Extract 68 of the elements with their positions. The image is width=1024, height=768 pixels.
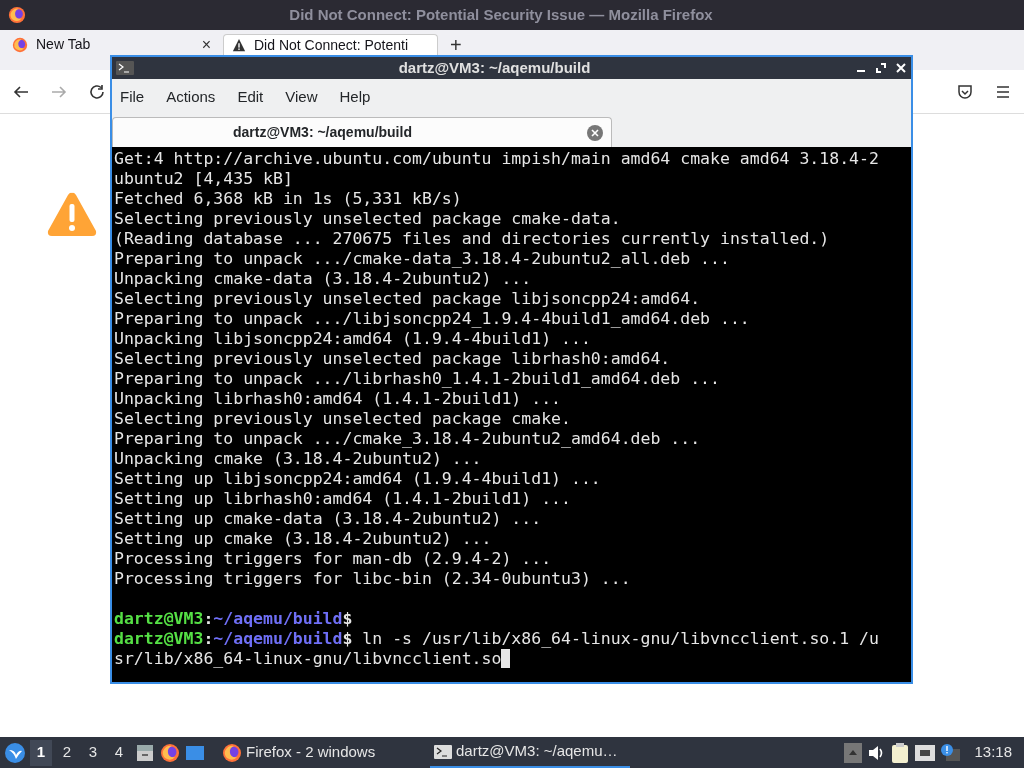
window-title: Did Not Connect: Potential Security Issue — Mozilla Firefox (288, 4, 714, 25)
output-line: Unpacking cmake-data (3.18.4-2ubuntu2) ... (114, 269, 532, 289)
output-line: sr/lib/x86_64-linux-gnu/libvncclient.so (114, 649, 502, 669)
prompt-user: dartz@VM3 (114, 629, 204, 649)
output-line: Selecting previously unselected package librhash0:amd64. (114, 349, 671, 369)
new-tab-button[interactable]: + (442, 34, 470, 55)
firefox-icon (12, 36, 28, 53)
output-line: Preparing to unpack .../librhash0_1.4.1-2build1_amd64.deb ... (114, 369, 720, 389)
output-line: Setting up librhash0:amd64 (1.4.1-2build1) ... (114, 489, 571, 509)
prompt-user: dartz@VM3 (114, 609, 204, 629)
output-line: Setting up cmake (3.18.4-2ubuntu2) ... (114, 529, 492, 549)
prompt-sign: $ (342, 609, 353, 629)
notification-icon[interactable] (940, 742, 963, 763)
restore-icon[interactable] (875, 62, 887, 74)
output-line: Unpacking libjsoncpp24:amd64 (1.9.4-4build1) ... (114, 329, 591, 349)
workspace-button[interactable]: 3 (82, 739, 104, 766)
taskbar-task[interactable]: Firefox - 2 windows (218, 737, 418, 768)
window-title: dartz@VM3: ~/aqemu/build (397, 57, 592, 78)
firefox-icon (222, 742, 242, 763)
clipboard-icon[interactable] (890, 741, 911, 764)
output-line: Processing triggers for libc-bin (2.34-0ubuntu3) ... (114, 569, 631, 589)
command-text: ln -s /usr/lib/x86_64-linux-gnu/libvncclient.so.1 /u (361, 629, 879, 649)
output-line: Preparing to unpack .../cmake-data_3.18.4-2ubuntu2_all.deb ... (114, 249, 730, 269)
menu-item[interactable]: Edit (237, 85, 264, 109)
menu-item[interactable]: Help (339, 85, 371, 109)
firefox-icon (8, 6, 26, 24)
menu-item[interactable]: File (120, 85, 145, 109)
output-line: Fetched 6,368 kB in 1s (5,331 kB/s) (114, 189, 462, 209)
output-line: Preparing to unpack .../libjsoncpp24_1.9.4-4build1_amd64.deb ... (114, 309, 750, 329)
close-icon[interactable] (895, 62, 907, 74)
output-line: Selecting previously unselected package libjsoncpp24:amd64. (114, 289, 701, 309)
workspace-button[interactable]: 2 (56, 739, 78, 766)
warning-icon (232, 38, 246, 52)
output-line: Selecting previously unselected package cmake-data. (114, 209, 621, 229)
prompt-path: ~/aqemu/build (213, 629, 343, 649)
output-line: Setting up libjsoncpp24:amd64 (1.9.4-4build1) ... (114, 469, 601, 489)
taskbar-task[interactable]: dartz@VM3: ~/aqemu… (430, 737, 630, 768)
close-icon[interactable]: × (201, 32, 211, 57)
prompt-path: ~/aqemu/build (213, 609, 343, 629)
prompt-separator: : (203, 629, 214, 649)
workspace-button[interactable]: 4 (108, 739, 130, 766)
tab-label: Did Not Connect: Potenti (254, 35, 410, 55)
output-line: Get:4 http://archive.ubuntu.com/ubuntu impish/main amd64 cmake amd64 3.18.4-2 (114, 149, 879, 169)
workspace-button[interactable]: 1 (30, 739, 52, 766)
output-line: Unpacking cmake (3.18.4-2ubuntu2) ... (114, 449, 482, 469)
menu-item[interactable]: View (285, 85, 318, 109)
prompt-sign: $ (342, 629, 353, 649)
prompt-separator: : (203, 609, 214, 629)
browser-tab[interactable]: New Tab × (4, 34, 219, 55)
terminal-icon (434, 744, 452, 759)
network-icon[interactable] (914, 742, 937, 763)
output-line: Unpacking librhash0:amd64 (1.4.1-2build1) ... (114, 389, 562, 409)
warning-icon (46, 190, 98, 238)
menu-item[interactable]: Actions (166, 85, 216, 109)
firefox-icon (160, 742, 180, 763)
terminal-icon (116, 61, 134, 75)
output-line: ubuntu2 [4,435 kB] (114, 169, 293, 189)
pocket-icon[interactable] (956, 82, 974, 101)
reload-icon[interactable] (88, 82, 106, 101)
output-line: Processing triggers for man-db (2.9.4-2) ... (114, 549, 552, 569)
output-line: Preparing to unpack .../cmake_3.18.4-2ubuntu2_amd64.deb ... (114, 429, 701, 449)
output-line: Setting up cmake-data (3.18.4-2ubuntu2) ... (114, 509, 542, 529)
clock: 13:18 (973, 742, 1013, 763)
output-line: (Reading database ... 270675 files and directories currently installed.) (114, 229, 830, 249)
terminal-tab[interactable]: dartz@VM3: ~/aqemu/build (112, 117, 612, 147)
browser-tab[interactable]: Did Not Connect: Potenti (223, 34, 438, 55)
tab-label: New Tab (36, 35, 92, 54)
output-line: Selecting previously unselected package cmake. (114, 409, 571, 429)
